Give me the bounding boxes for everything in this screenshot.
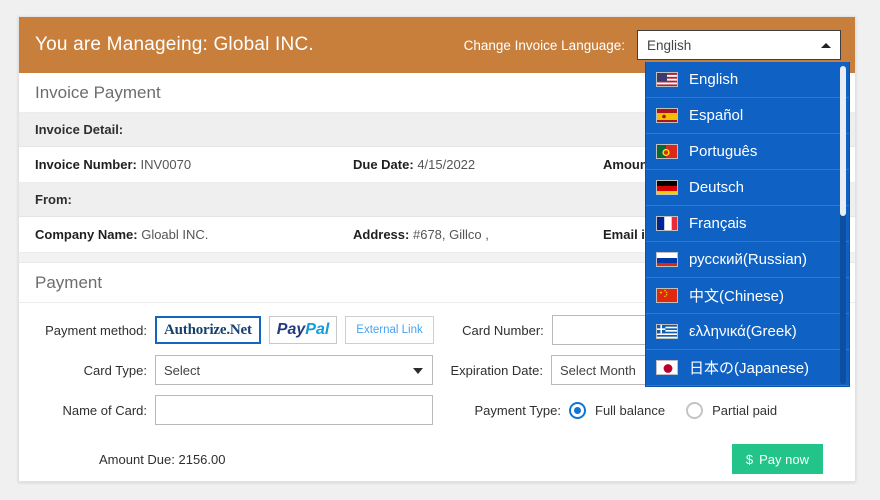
- radio-partial-paid[interactable]: [686, 401, 704, 419]
- radio-full-balance[interactable]: [569, 401, 586, 419]
- paypal-logo: PayPal: [277, 321, 329, 339]
- flag-fr-icon: [656, 216, 678, 231]
- paypal-logo-pal: Pal: [305, 321, 330, 338]
- card-type-label: Card Type:: [83, 362, 147, 378]
- paypal-button[interactable]: PayPal: [268, 316, 338, 344]
- name-of-card-label: Name of Card:: [62, 402, 147, 418]
- language-option-label: ελληνικά(Greek): [689, 323, 797, 340]
- paypal-logo-pay: Pay: [276, 321, 306, 338]
- radio-partial-paid-label: Partial paid: [712, 402, 778, 418]
- payment-type-label: Payment Type:: [474, 402, 561, 418]
- card-type-select[interactable]: Select: [155, 355, 433, 385]
- language-option-chinese[interactable]: 中文(Chinese): [646, 278, 849, 314]
- name-of-card-row: Name of Card: Payment Type: Full balance…: [35, 395, 839, 425]
- language-option-francais[interactable]: Français: [646, 206, 849, 242]
- company-name-value: Gloabl INC.: [141, 227, 209, 242]
- language-dropdown-list[interactable]: English Español Português Deutsch França…: [645, 62, 850, 387]
- payment-method-options: Authorize.Net PayPal External Link: [155, 316, 434, 344]
- language-label: Change Invoice Language:: [463, 37, 625, 53]
- language-selected-value: English: [647, 37, 692, 53]
- language-option-label: English: [689, 71, 739, 88]
- invoice-number-cell: Invoice Number: INV0070: [35, 157, 353, 172]
- due-date-label: Due Date:: [353, 157, 414, 172]
- dropdown-scrollbar-thumb[interactable]: [840, 66, 846, 216]
- invoice-number-label: Invoice Number:: [35, 157, 137, 172]
- amount-due-text: Amount Due: 2156.00: [99, 451, 226, 467]
- language-option-label: Português: [689, 143, 758, 160]
- card-type-value: Select: [164, 362, 201, 378]
- language-option-label: 日本の(Japanese): [689, 360, 810, 377]
- authorize-net-button[interactable]: Authorize.Net: [155, 316, 261, 344]
- language-option-label: Français: [689, 215, 747, 232]
- address-label: Address:: [353, 227, 410, 242]
- dropdown-scrollbar[interactable]: [840, 66, 846, 384]
- card-number-label: Card Number:: [462, 322, 544, 338]
- language-option-russian[interactable]: русский(Russian): [646, 242, 849, 278]
- name-of-card-input[interactable]: [155, 395, 433, 425]
- invoice-number-value: INV0070: [140, 157, 192, 172]
- address-value: #678, Gillco ,: [412, 227, 489, 242]
- dollar-icon: $: [745, 451, 754, 467]
- flag-de-icon: [656, 180, 678, 195]
- payment-method-label: Payment method:: [45, 322, 147, 338]
- language-option-deutsch[interactable]: Deutsch: [646, 170, 849, 206]
- flag-gr-icon: [656, 324, 678, 339]
- payment-type-options: Full balance Partial paid: [569, 401, 778, 419]
- page-root: You are Manageing: Global INC. Change In…: [0, 0, 880, 500]
- flag-jp-icon: [656, 360, 678, 375]
- flag-cn-icon: [656, 288, 678, 303]
- flag-ru-icon: [656, 252, 678, 267]
- language-select[interactable]: English: [637, 30, 841, 60]
- language-switcher: Change Invoice Language: English: [464, 30, 841, 60]
- language-option-japanese[interactable]: 日本の(Japanese): [646, 350, 849, 386]
- company-name-cell: Company Name: Gloabl INC.: [35, 227, 353, 242]
- summary-row: Amount Due: 2156.00 $ Pay now: [35, 435, 839, 479]
- language-option-greek[interactable]: ελληνικά(Greek): [646, 314, 849, 350]
- radio-full-balance-label: Full balance: [595, 402, 666, 418]
- language-option-label: Español: [689, 107, 744, 124]
- flag-es-icon: [656, 108, 678, 123]
- language-option-label: русский(Russian): [689, 251, 808, 268]
- company-name-label: Company Name:: [35, 227, 138, 242]
- expiration-date-label: Expiration Date:: [450, 362, 544, 378]
- language-option-english[interactable]: English: [646, 62, 849, 98]
- language-option-label: Deutsch: [689, 179, 745, 196]
- language-option-espanol[interactable]: Español: [646, 98, 849, 134]
- flag-pt-icon: [656, 144, 678, 159]
- expiration-month-value: Select Month: [560, 362, 636, 378]
- due-date-value: 4/15/2022: [417, 157, 476, 172]
- authorize-net-logo: Authorize.Net: [164, 321, 252, 338]
- due-date-cell: Due Date: 4/15/2022: [353, 157, 603, 172]
- managing-title: You are Manageing: Global INC.: [35, 34, 314, 55]
- pay-now-button[interactable]: $ Pay now: [731, 444, 823, 474]
- language-option-label: 中文(Chinese): [689, 288, 785, 305]
- external-link-button[interactable]: External Link: [345, 316, 434, 344]
- chevron-up-icon: [821, 42, 831, 48]
- language-option-portugues[interactable]: Português: [646, 134, 849, 170]
- chevron-down-icon: [413, 368, 423, 374]
- flag-us-icon: [656, 72, 678, 87]
- pay-now-label: Pay now: [759, 451, 809, 467]
- address-cell: Address: #678, Gillco ,: [353, 227, 603, 242]
